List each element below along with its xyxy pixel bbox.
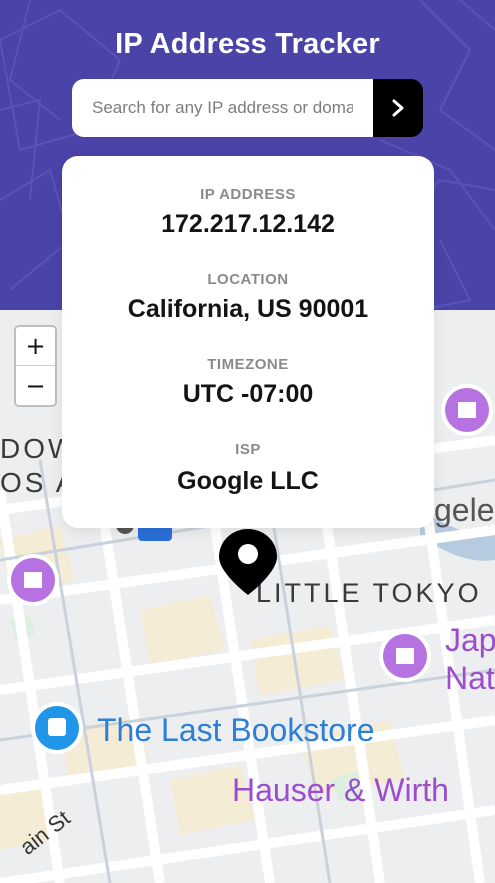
map-label-hauser: Hauser & Wirth xyxy=(232,772,449,808)
map-label-bookstore: The Last Bookstore xyxy=(97,712,375,748)
location-marker-icon[interactable] xyxy=(217,527,279,597)
timezone-heading: TIMEZONE xyxy=(207,356,289,373)
timezone-value: UTC -07:00 xyxy=(182,380,314,408)
chevron-right-icon xyxy=(392,99,404,117)
map-label-little-tokyo: LITTLE TOKYO xyxy=(256,578,482,608)
location-heading: LOCATION xyxy=(207,271,289,288)
zoom-control: + − xyxy=(14,325,57,407)
map-label-nat: Nat xyxy=(445,660,495,696)
page-title: IP Address Tracker xyxy=(115,28,380,60)
search-submit-button[interactable] xyxy=(373,79,423,137)
ip-address-value: 172.217.12.142 xyxy=(161,210,335,238)
ip-address-heading: IP ADDRESS xyxy=(200,186,296,203)
zoom-in-button[interactable]: + xyxy=(16,327,55,366)
search-input[interactable] xyxy=(72,79,373,137)
search-bar xyxy=(72,79,423,137)
zoom-out-button[interactable]: − xyxy=(16,366,55,405)
location-value: California, US 90001 xyxy=(127,295,369,323)
ip-info-content: IP ADDRESS 172.217.12.142 LOCATION Calif… xyxy=(62,156,434,528)
map-label-jap: Jap xyxy=(445,622,495,658)
map-label-geles: geles xyxy=(434,492,495,528)
isp-value: Google LLC xyxy=(177,467,319,495)
isp-heading: ISP xyxy=(235,441,261,458)
